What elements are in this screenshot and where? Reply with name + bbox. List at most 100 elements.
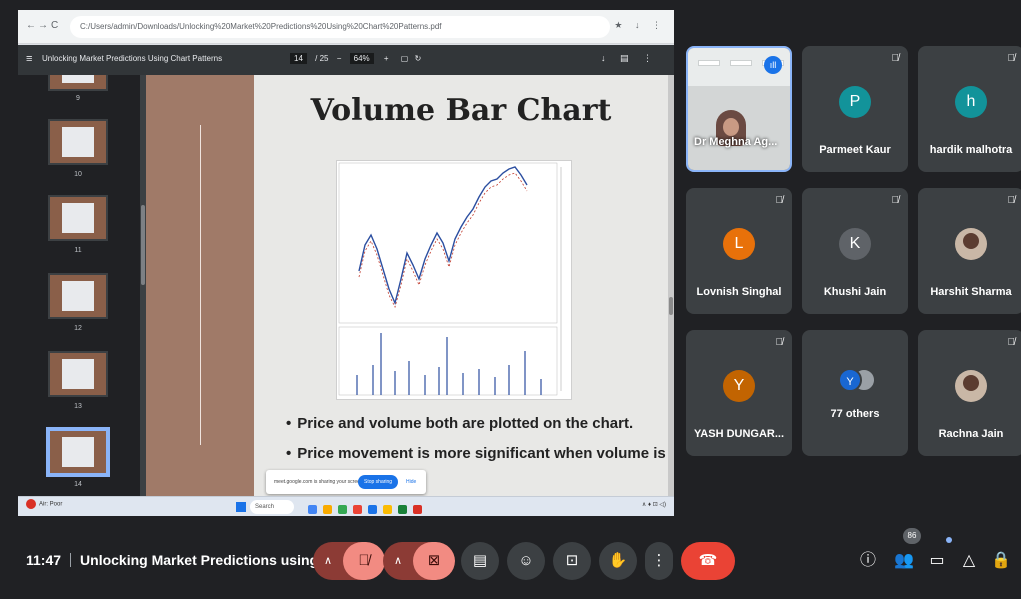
- rotate-icon[interactable]: ↻: [415, 54, 422, 63]
- taskbar-app-icon[interactable]: [398, 505, 407, 514]
- thumbnail-page[interactable]: [48, 119, 108, 165]
- weather-widget[interactable]: Air: Poor: [26, 499, 62, 509]
- separator: [70, 553, 72, 567]
- page-input[interactable]: 14: [290, 53, 307, 64]
- participant-name: Dr Meghna Ag...: [694, 136, 778, 148]
- participant-tile[interactable]: 🎙̸ h hardik malhotra: [918, 46, 1021, 172]
- thumbnail-page[interactable]: [48, 351, 108, 397]
- mic-options-chevron-icon[interactable]: ∧: [313, 542, 343, 580]
- participant-name: hardik malhotra: [929, 144, 1013, 156]
- fit-page-icon[interactable]: ▢: [401, 54, 409, 63]
- participant-photo: [955, 228, 987, 260]
- participant-avatar: K: [839, 228, 871, 260]
- slide-bullet: Price movement is more significant when …: [286, 445, 665, 462]
- raise-hand-button[interactable]: ✋: [599, 542, 637, 580]
- screen-share-notice: meet.google.com is sharing your screen. …: [266, 470, 426, 494]
- forward-icon[interactable]: →: [38, 20, 48, 31]
- emoji-reactions-button[interactable]: ☺: [507, 542, 545, 580]
- participant-name: Harshit Sharma: [930, 286, 1012, 298]
- system-tray[interactable]: ∧ ♦ ⊡ ◁): [642, 501, 666, 508]
- shared-screen: ← → C C:/Users/admin/Downloads/Unlocking…: [18, 10, 674, 516]
- microphone-control: ∧ 🎙̸: [313, 542, 385, 580]
- meeting-details-icon[interactable]: ⓘ: [857, 550, 879, 572]
- mic-muted-icon: 🎙̸: [891, 195, 900, 206]
- reload-icon[interactable]: C: [51, 20, 58, 31]
- thumbnail-page[interactable]: [48, 195, 108, 241]
- mic-muted-icon: 🎙̸: [1007, 53, 1016, 64]
- participant-tile[interactable]: 🎙̸ Rachna Jain: [918, 330, 1021, 456]
- thumbnail-page-selected[interactable]: [46, 427, 110, 477]
- address-bar[interactable]: C:/Users/admin/Downloads/Unlocking%20Mar…: [70, 16, 610, 38]
- participant-avatar: Y: [723, 370, 755, 402]
- taskbar-app-icon[interactable]: [383, 505, 392, 514]
- mic-muted-icon: 🎙̸: [775, 337, 784, 348]
- participant-name: Lovnish Singhal: [696, 286, 782, 298]
- taskbar-app-icon[interactable]: [353, 505, 362, 514]
- video-face: [723, 118, 739, 136]
- camera-control: ∧ ⊠: [383, 542, 455, 580]
- zoom-in-icon[interactable]: +: [384, 54, 389, 63]
- pdf-scrollbar[interactable]: [668, 75, 674, 496]
- volume-bar-chart-image: [336, 160, 572, 400]
- people-icon[interactable]: 👥: [893, 550, 915, 572]
- taskbar-search[interactable]: Search: [250, 500, 294, 514]
- pdf-pager: 14 / 25 − 64% + ▢ ↻: [290, 53, 421, 64]
- pdf-tools[interactable]: ↓ ▤ ⋮: [601, 53, 658, 64]
- back-icon[interactable]: ←: [26, 20, 36, 31]
- participant-tile[interactable]: 🎙̸ P Parmeet Kaur: [802, 46, 908, 172]
- chat-notification-dot: [946, 537, 952, 543]
- camera-options-chevron-icon[interactable]: ∧: [383, 542, 413, 580]
- participant-name: Khushi Jain: [823, 286, 887, 298]
- thumbnail-number: 10: [74, 171, 82, 178]
- participant-count-badge: 86: [903, 528, 921, 544]
- participant-tile[interactable]: 🎙̸ K Khushi Jain: [802, 188, 908, 314]
- taskbar-app-icon[interactable]: [368, 505, 377, 514]
- zoom-level[interactable]: 64%: [349, 53, 374, 64]
- slide-title: Volume Bar Chart: [310, 93, 612, 128]
- participant-avatar: h: [955, 86, 987, 118]
- leave-call-button[interactable]: ☎: [681, 542, 735, 580]
- pdf-title: Unlocking Market Predictions Using Chart…: [42, 54, 223, 63]
- activities-icon[interactable]: △: [958, 550, 980, 572]
- participant-name: Rachna Jain: [938, 428, 1004, 440]
- taskbar-app-icon[interactable]: [308, 505, 317, 514]
- video-lamp: [698, 60, 720, 66]
- taskbar-app-icon[interactable]: [323, 505, 332, 514]
- participant-tile-video[interactable]: ıll Dr Meghna Ag...: [686, 46, 792, 172]
- thumbnail-page[interactable]: [48, 273, 108, 319]
- participant-avatar: L: [723, 228, 755, 260]
- participant-name: Parmeet Kaur: [819, 144, 891, 156]
- participant-photo: [955, 370, 987, 402]
- stop-sharing-button[interactable]: Stop sharing: [358, 475, 399, 489]
- taskbar-app-icon[interactable]: [338, 505, 347, 514]
- taskbar-app-icon[interactable]: [413, 505, 422, 514]
- thumbnail-number: 14: [74, 481, 82, 488]
- slide-decor-panel: [146, 75, 254, 496]
- present-screen-button[interactable]: ⊡: [553, 542, 591, 580]
- participant-tile[interactable]: 🎙̸ Y YASH DUNGAR...: [686, 330, 792, 456]
- mic-muted-icon: 🎙̸: [775, 195, 784, 206]
- share-notice-text: meet.google.com is sharing your screen.: [274, 479, 365, 485]
- zoom-out-icon[interactable]: −: [337, 54, 342, 63]
- menu-icon[interactable]: ≡: [26, 53, 32, 65]
- captions-button[interactable]: ▤: [461, 542, 499, 580]
- pdf-toolbar: ≡ Unlocking Market Predictions Using Cha…: [18, 45, 674, 75]
- browser-actions[interactable]: ★ ↓ ⋮: [614, 20, 666, 31]
- participant-tile[interactable]: 🎙̸ L Lovnish Singhal: [686, 188, 792, 314]
- speaking-indicator-icon: ıll: [764, 56, 782, 74]
- hide-notice-link[interactable]: Hide: [406, 470, 416, 494]
- chat-icon[interactable]: ▭: [926, 550, 948, 572]
- slide-page: Volume Bar Chart • Price and volume both…: [146, 75, 668, 496]
- participant-tile[interactable]: 🎙̸ Harshit Sharma: [918, 188, 1021, 314]
- host-controls-icon[interactable]: 🔒: [990, 550, 1012, 572]
- participant-tile-others[interactable]: Y 77 others: [802, 330, 908, 456]
- thumbnail-page[interactable]: [48, 75, 108, 91]
- camera-off-button[interactable]: ⊠: [413, 542, 455, 580]
- more-options-button[interactable]: ⋮: [645, 542, 673, 580]
- windows-start-icon[interactable]: [236, 502, 246, 512]
- thumbnail-panel[interactable]: 9 10 11 12 13 14: [18, 75, 140, 496]
- mic-muted-button[interactable]: 🎙̸: [343, 542, 385, 580]
- participant-avatar: P: [839, 86, 871, 118]
- meeting-info: 11:47 Unlocking Market Predictions using …: [26, 552, 344, 568]
- windows-taskbar: Air: Poor Search ∧ ♦ ⊡ ◁): [18, 496, 674, 516]
